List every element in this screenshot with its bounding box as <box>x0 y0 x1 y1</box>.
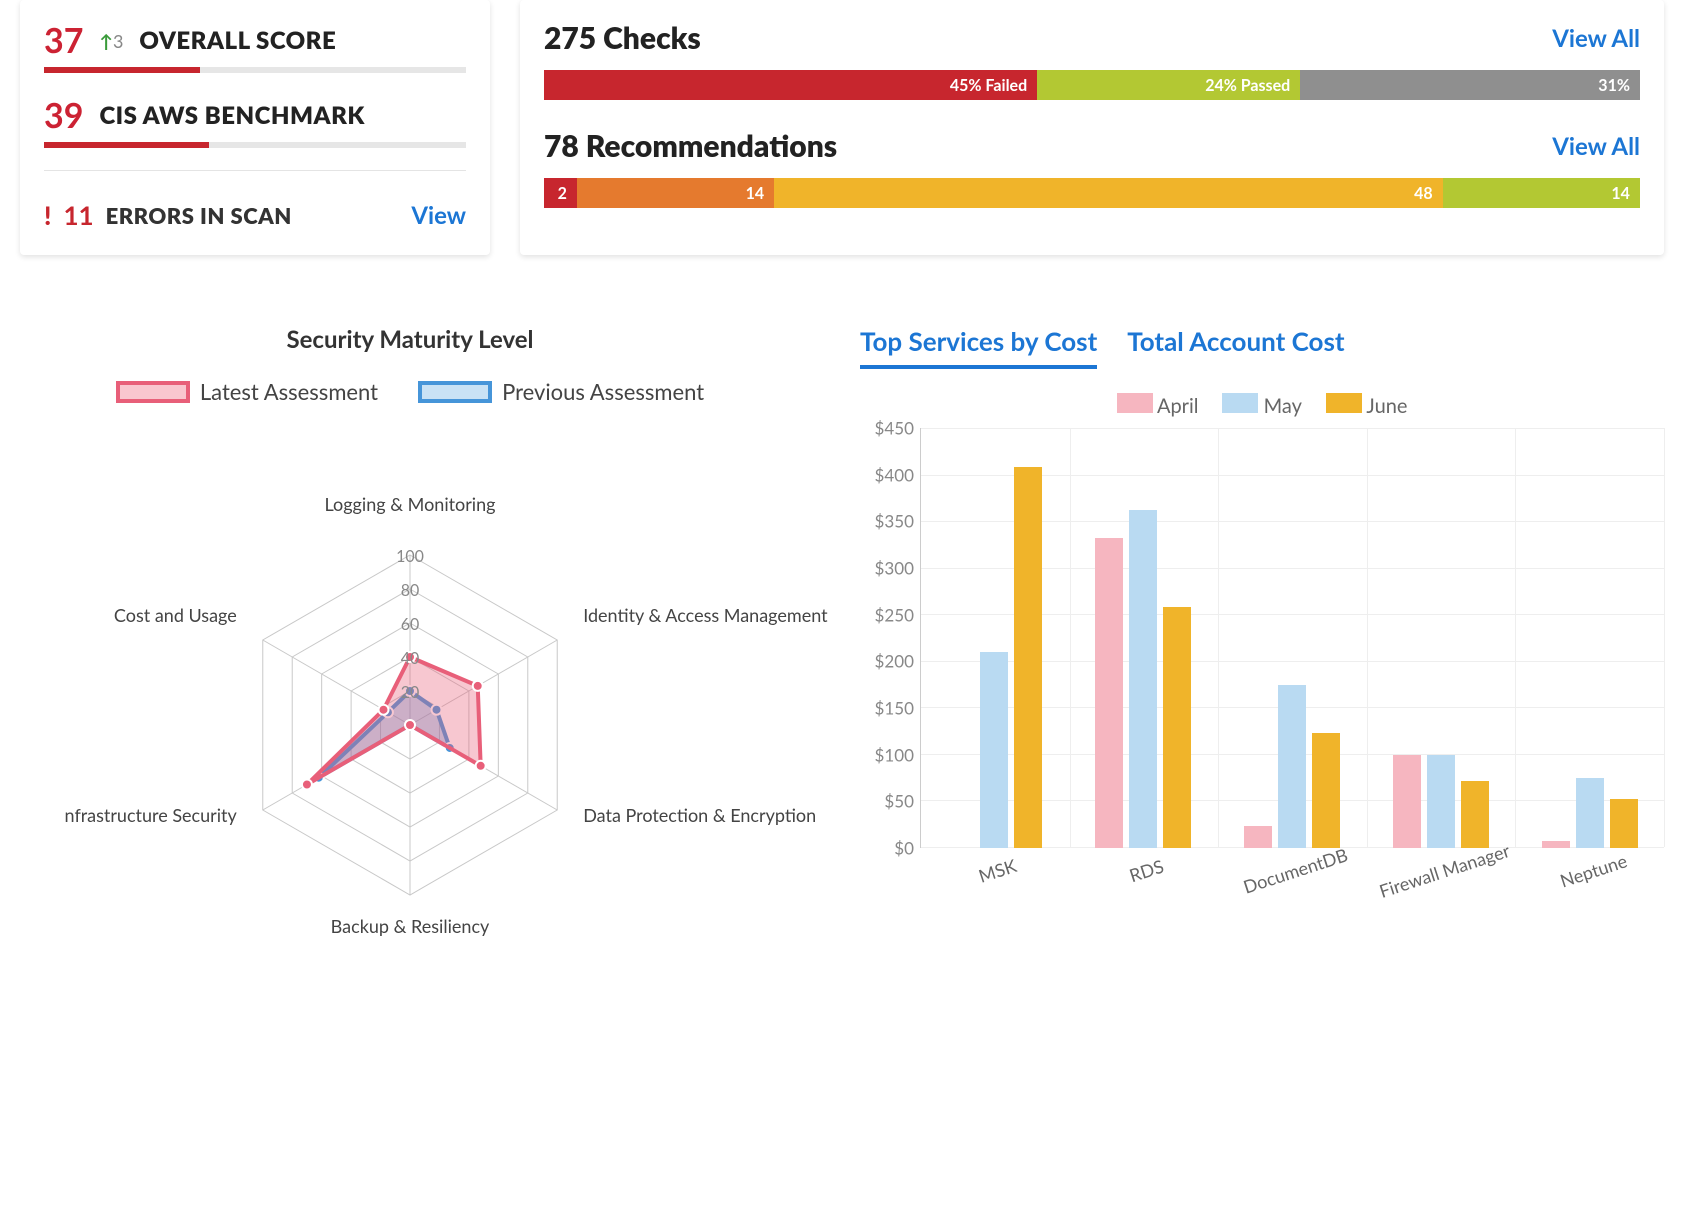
bar-legend-item[interactable]: June <box>1326 393 1408 418</box>
radar-axis-label: Cost and Usage <box>114 604 237 626</box>
bar-segment[interactable]: 14 <box>1443 178 1640 208</box>
overall-progress <box>44 67 466 73</box>
bar[interactable] <box>1129 510 1157 848</box>
tab-top-services[interactable]: Top Services by Cost <box>860 325 1097 369</box>
tab-total-cost[interactable]: Total Account Cost <box>1127 325 1344 369</box>
cis-score-row: 39 CIS AWS BENCHMARK <box>44 95 466 136</box>
errors-label: ERRORS IN SCAN <box>106 202 292 229</box>
bar-group: MSK <box>920 428 1069 848</box>
cost-panel: Top Services by Cost Total Account Cost … <box>860 325 1664 965</box>
divider <box>44 170 466 171</box>
errors-row: ! 11 ERRORS IN SCAN View <box>44 199 466 231</box>
x-label: Firewall Manager <box>1376 839 1512 902</box>
bar-group: DocumentDB <box>1218 428 1367 848</box>
legend-swatch-latest <box>116 381 190 403</box>
bar-segment[interactable]: 31% <box>1300 70 1640 100</box>
bar[interactable] <box>1393 755 1421 848</box>
y-tick: $300 <box>875 558 914 579</box>
x-label: RDS <box>1127 855 1167 887</box>
bar[interactable] <box>1312 733 1340 848</box>
bar[interactable] <box>1542 841 1570 848</box>
bar[interactable] <box>1095 538 1123 848</box>
radar-axis-label: Logging & Monitoring <box>324 493 495 515</box>
bar[interactable] <box>1278 685 1306 848</box>
bar-group: Firewall Manager <box>1366 428 1515 848</box>
y-tick: $50 <box>884 791 914 812</box>
checks-card: 275 Checks View All 45% Failed24% Passed… <box>520 0 1664 255</box>
arrow-up-icon: ↑ <box>99 30 113 52</box>
legend-swatch-previous <box>418 381 492 403</box>
bar-segment[interactable]: 2 <box>544 178 577 208</box>
radar-scale-label: 60 <box>401 615 420 634</box>
x-label: Neptune <box>1557 849 1629 891</box>
checks-bar: 45% Failed24% Passed31% <box>544 70 1640 100</box>
y-tick: $400 <box>875 464 914 485</box>
checks-view-all-link[interactable]: View All <box>1552 24 1640 53</box>
overall-score-row: 37 ↑3 OVERALL SCORE <box>44 20 466 61</box>
radar-title: Security Maturity Level <box>20 325 800 354</box>
y-tick: $200 <box>875 651 914 672</box>
recs-title: 78 Recommendations <box>544 128 837 164</box>
radar-scale-label: 20 <box>401 683 420 702</box>
y-tick: $350 <box>875 511 914 532</box>
checks-title: 275 Checks <box>544 20 701 56</box>
x-label: MSK <box>976 854 1019 887</box>
bar[interactable] <box>1576 778 1604 848</box>
bar-segment[interactable]: 14 <box>577 178 774 208</box>
radar-axis-label: Backup & Resiliency <box>331 915 490 937</box>
y-tick: $450 <box>875 418 914 439</box>
radar-legend: Latest Assessment Previous Assessment <box>20 378 800 405</box>
recs-bar: 2144814 <box>544 178 1640 208</box>
y-tick: $0 <box>894 838 914 859</box>
bar-legend: April May June <box>860 393 1664 418</box>
bar-group: RDS <box>1069 428 1218 848</box>
bar[interactable] <box>1610 799 1638 848</box>
overall-score-label: OVERALL SCORE <box>139 26 336 55</box>
bar[interactable] <box>980 652 1008 848</box>
legend-latest[interactable]: Latest Assessment <box>116 378 378 405</box>
radar-axis-label: Data Protection & Encryption <box>583 804 816 826</box>
errors-view-link[interactable]: View <box>411 201 466 230</box>
radar-panel: Security Maturity Level Latest Assessmen… <box>20 325 800 965</box>
bar-segment[interactable]: 24% Passed <box>1037 70 1300 100</box>
bar-segment[interactable]: 48 <box>774 178 1443 208</box>
cis-score-value: 39 <box>44 95 83 136</box>
cis-score-label: CIS AWS BENCHMARK <box>99 101 364 130</box>
recs-view-all-link[interactable]: View All <box>1552 132 1640 161</box>
overall-score-value: 37 <box>44 20 83 61</box>
radar-scale-label: 100 <box>396 547 424 566</box>
scores-card: 37 ↑3 OVERALL SCORE 39 CIS AWS BENCHMARK… <box>20 0 490 255</box>
radar-scale-label: 80 <box>401 581 420 600</box>
y-tick: $100 <box>875 744 914 765</box>
bar-segment[interactable]: 45% Failed <box>544 70 1037 100</box>
bar[interactable] <box>1461 781 1489 848</box>
bar-legend-item[interactable]: May <box>1222 393 1301 418</box>
radar-axis-label: Identity & Access Management <box>583 604 827 626</box>
y-tick: $250 <box>875 604 914 625</box>
radar-axis-label: nfrastructure Security <box>65 804 237 826</box>
bar[interactable] <box>1014 467 1042 848</box>
bar-chart: $0$50$100$150$200$250$300$350$400$450 MS… <box>860 428 1664 908</box>
bar-legend-item[interactable]: April <box>1117 393 1199 418</box>
bar[interactable] <box>1427 755 1455 848</box>
cost-tabs: Top Services by Cost Total Account Cost <box>860 325 1664 369</box>
alert-icon: ! <box>44 199 51 231</box>
overall-score-delta: ↑3 <box>99 30 123 52</box>
radar-scale-label: 40 <box>401 649 420 668</box>
bar-group: Neptune <box>1515 428 1664 848</box>
bar[interactable] <box>1163 607 1191 848</box>
bar[interactable] <box>1244 826 1272 848</box>
x-label: DocumentDB <box>1240 843 1350 897</box>
cis-progress <box>44 142 466 148</box>
y-tick: $150 <box>875 698 914 719</box>
legend-previous[interactable]: Previous Assessment <box>418 378 704 405</box>
errors-count: 11 <box>63 199 93 231</box>
